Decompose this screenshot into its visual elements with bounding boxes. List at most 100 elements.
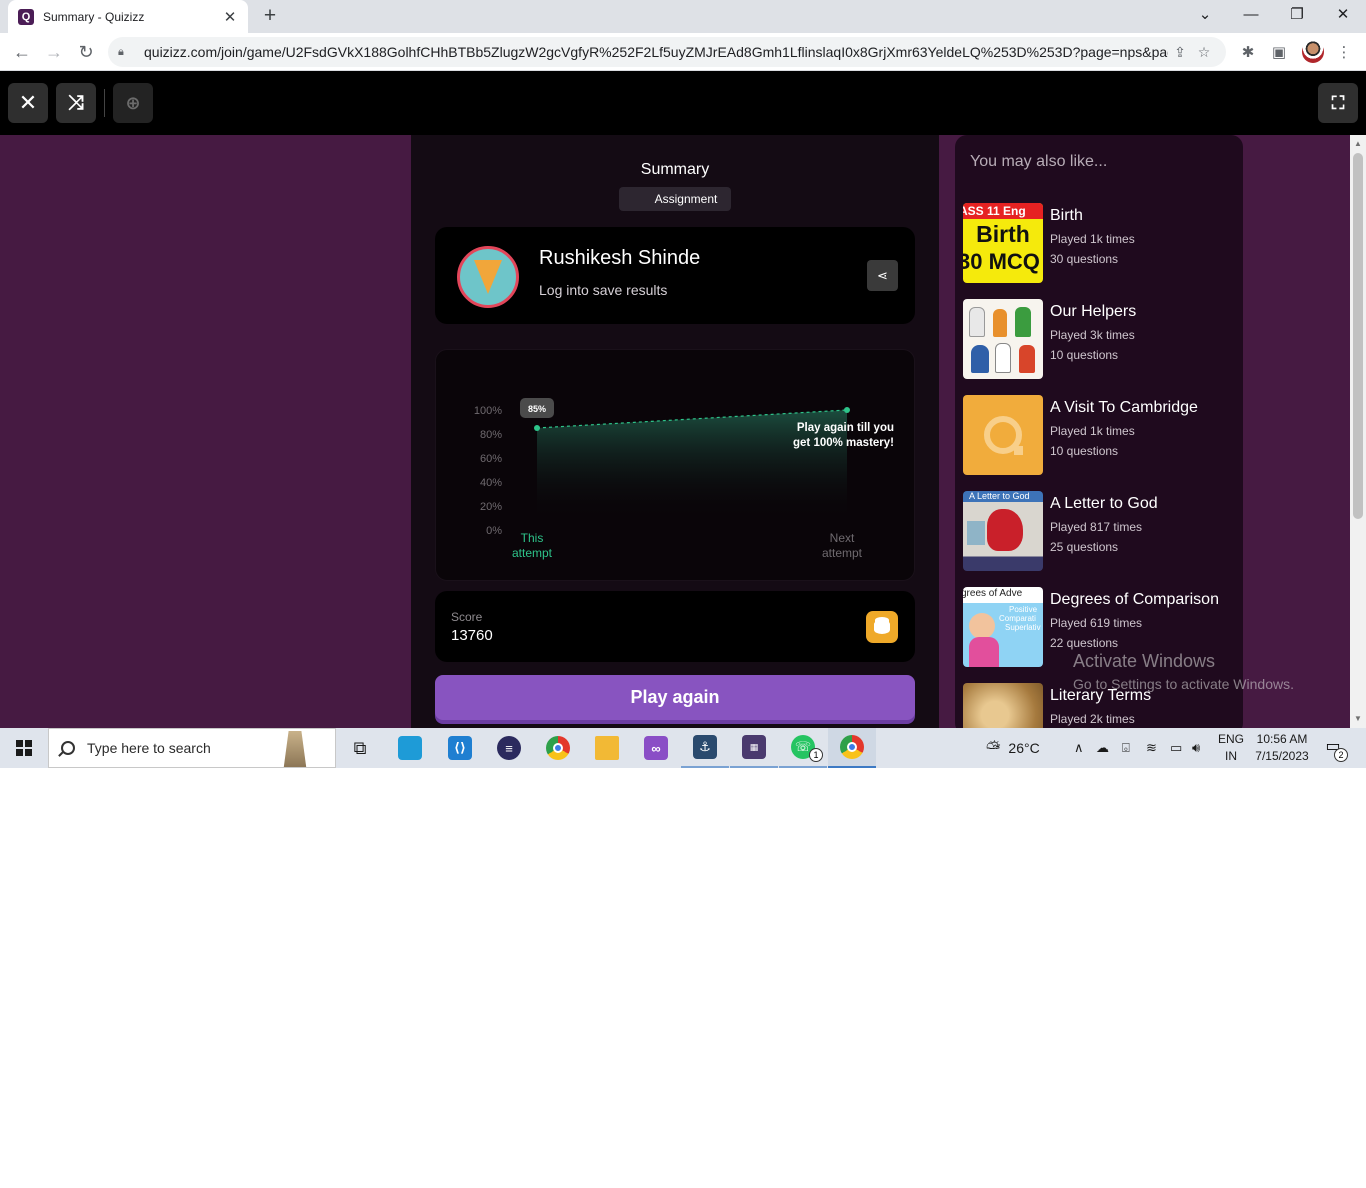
sidepanel-icon[interactable]: ▣	[1268, 42, 1290, 64]
recommendation-item[interactable]: A Letter to God A Letter to God Played 8…	[963, 491, 1238, 573]
weather-icon: ⛅︎	[986, 737, 1001, 758]
summary-panel: Summary Assignment Rushikesh Shinde Log …	[411, 135, 939, 728]
weather-widget[interactable]: ⛅︎ 26°C	[986, 728, 1040, 768]
reload-icon[interactable]: ↻	[72, 38, 100, 66]
quiz-title: A Visit To Cambridge	[1050, 399, 1198, 416]
quiz-thumbnail	[963, 299, 1043, 379]
search-highlight-icon	[283, 731, 307, 767]
quiz-thumbnail	[963, 683, 1043, 728]
login-prompt[interactable]: Log into save results	[539, 282, 667, 298]
chrome-active-icon[interactable]	[828, 728, 876, 768]
recommendations-panel: You may also like... ASS 11 Eng Birth 30…	[955, 135, 1243, 728]
quizizz-logo-icon	[984, 416, 1023, 455]
quiz-questions: 25 questions	[1050, 540, 1119, 554]
score-card: Score 13760	[435, 591, 915, 662]
tab-close-icon[interactable]: ✕	[222, 8, 238, 26]
browser-tab[interactable]: Q Summary - Quizizz ✕	[8, 0, 248, 33]
search-icon	[61, 741, 75, 755]
back-icon[interactable]: ←	[8, 38, 36, 66]
language-indicator[interactable]: ENG IN	[1214, 731, 1248, 765]
quiz-questions: 10 questions	[1050, 444, 1119, 458]
recommendation-item[interactable]: A Visit To Cambridge Played 1k times 10 …	[963, 395, 1238, 477]
quiz-questions: 30 questions	[1050, 252, 1119, 266]
chart-annotation: get 100% mastery!	[793, 437, 894, 449]
zoom-icon[interactable]: ⊕	[113, 83, 153, 123]
url-text[interactable]: quizizz.com/join/game/U2FsdGVkX188GolhfC…	[144, 44, 1168, 60]
start-button[interactable]	[0, 728, 48, 768]
mode-label: Assignment	[654, 192, 718, 206]
minimize-icon[interactable]: —	[1228, 0, 1274, 30]
quiz-title: Birth	[1050, 207, 1083, 224]
x-tick-label: Next	[830, 531, 855, 545]
shuffle-icon[interactable]: ⤨	[56, 83, 96, 123]
profile-avatar[interactable]	[1302, 41, 1324, 63]
close-icon[interactable]: ✕	[8, 83, 48, 123]
vscode-icon[interactable]: ⟨⟩	[436, 728, 484, 768]
quiz-thumbnail: A Letter to God	[963, 491, 1043, 571]
whatsapp-icon[interactable]: ☏ 1	[779, 728, 827, 768]
thumb-text: Positive	[1009, 605, 1038, 614]
lock-icon[interactable]: 🔒︎	[118, 46, 132, 59]
quiz-questions: 22 questions	[1050, 636, 1119, 650]
clock-time: 10:56 AM	[1256, 732, 1308, 746]
scroll-up-icon[interactable]: ▲	[1350, 137, 1366, 151]
thumb-text: Comparati	[999, 614, 1036, 623]
page-scrollbar[interactable]: ▲ ▼	[1350, 135, 1366, 728]
chart-annotation: Play again till you	[797, 422, 894, 434]
share-icon: ⋖	[877, 267, 888, 283]
point-label: 85%	[528, 404, 546, 414]
x-tick-label: attempt	[822, 546, 863, 560]
quiz-plays: Played 1k times	[1050, 424, 1135, 438]
remote-desktop-icon[interactable]	[386, 728, 434, 768]
data-point	[844, 407, 850, 413]
quizizz-favicon-icon: Q	[18, 8, 34, 25]
fullscreen-icon[interactable]: ⛶	[1318, 83, 1358, 123]
eclipse-icon[interactable]: ≡	[485, 728, 533, 768]
activation-watermark: Activate Windows	[1073, 651, 1216, 671]
extensions-icon[interactable]: ✱	[1237, 42, 1259, 64]
file-explorer-icon[interactable]	[583, 728, 631, 768]
forward-icon[interactable]: →	[40, 38, 68, 66]
share-button[interactable]: ⋖	[867, 260, 898, 291]
coins-icon	[874, 620, 890, 634]
task-view-icon[interactable]: ⧉	[336, 728, 384, 768]
mysql-workbench-icon[interactable]: ⚓︎	[681, 728, 729, 768]
tab-search-icon[interactable]: ⌄	[1182, 0, 1228, 30]
taskbar-clock[interactable]: 10:56 AM 7/15/2023	[1250, 731, 1314, 765]
window-close-icon[interactable]: ✕	[1320, 0, 1366, 30]
recommendation-item[interactable]: Our Helpers Played 3k times 10 questions	[963, 299, 1238, 381]
share-page-icon[interactable]: ⇪	[1168, 44, 1192, 61]
taskbar-search[interactable]: Type here to search	[48, 728, 336, 768]
quiz-questions: 10 questions	[1050, 348, 1119, 362]
thumb-text: ASS 11 Eng	[963, 203, 1043, 219]
quiz-plays: Played 3k times	[1050, 328, 1135, 342]
onedrive-icon[interactable]: ☁︎	[1096, 728, 1109, 768]
chrome-icon[interactable]	[534, 728, 582, 768]
volume-icon[interactable]: 🔊︎	[1192, 728, 1200, 768]
show-hidden-icon[interactable]: ∧	[1074, 728, 1084, 768]
y-tick-label: 80%	[480, 429, 502, 441]
xampp-icon[interactable]: ▦	[730, 728, 778, 768]
scroll-down-icon[interactable]: ▼	[1350, 712, 1366, 726]
score-value: 13760	[451, 627, 493, 644]
camera-icon[interactable]: ⌻	[1122, 728, 1130, 768]
new-tab-icon[interactable]: +	[258, 4, 282, 28]
thumb-text: Birth	[976, 221, 1030, 247]
visual-studio-icon[interactable]: ∞	[632, 728, 680, 768]
avatar	[457, 246, 519, 308]
menu-icon[interactable]: ⋮	[1333, 42, 1355, 64]
restore-icon[interactable]: ❐	[1274, 0, 1320, 30]
scroll-thumb[interactable]	[1353, 153, 1363, 519]
address-bar[interactable]: 🔒︎ quizizz.com/join/game/U2FsdGVkX188Gol…	[108, 37, 1226, 67]
coins-button[interactable]	[866, 611, 898, 643]
thumb-text: grees of Adve	[963, 588, 1023, 599]
thumb-text: A Letter to God	[969, 491, 1030, 501]
user-name: Rushikesh Shinde	[539, 247, 701, 269]
wifi-icon[interactable]: ≋	[1146, 728, 1157, 768]
battery-icon[interactable]: ▭	[1170, 728, 1182, 768]
star-icon[interactable]: ☆	[1192, 44, 1216, 61]
quiz-title: Our Helpers	[1050, 303, 1137, 320]
play-again-button[interactable]: Play again	[435, 675, 915, 720]
chart-svg: 100% 80% 60% 40% 20% 0% 85% Play again till you…	[474, 398, 894, 560]
recommendation-item[interactable]: ASS 11 Eng Birth 30 MCQ Birth Played 1k …	[963, 203, 1238, 285]
